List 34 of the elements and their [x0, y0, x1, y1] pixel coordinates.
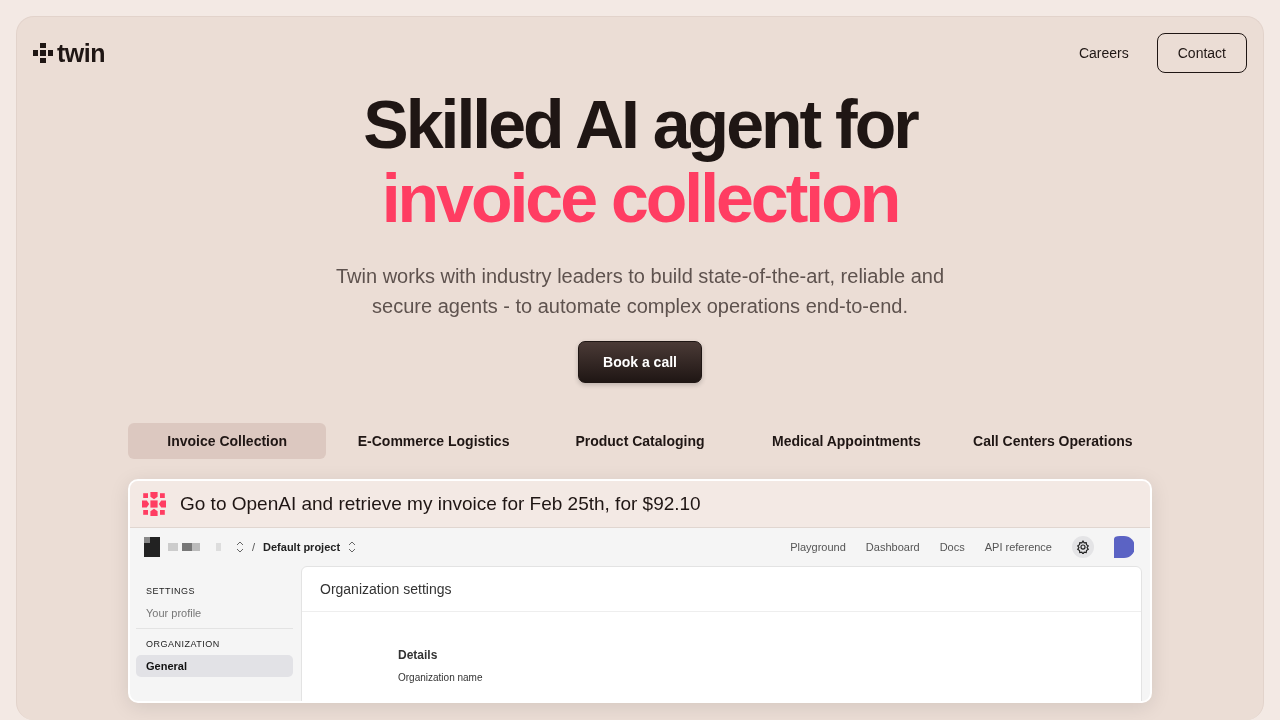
org-logo-icon	[144, 537, 160, 557]
nav-link[interactable]: Playground	[790, 541, 846, 553]
use-case-tab[interactable]: Product Cataloging	[540, 423, 740, 459]
use-case-tab[interactable]: E-Commerce Logistics	[334, 423, 533, 459]
project-selector[interactable]: Default project	[263, 541, 341, 553]
book-call-button[interactable]: Book a call	[578, 341, 702, 383]
panel-title: Organization settings	[302, 567, 1141, 612]
use-case-tab[interactable]: Medical Appointments	[747, 423, 946, 459]
logo-icon	[33, 43, 53, 63]
logo-icon	[142, 492, 166, 516]
use-case-tab[interactable]: Call Centers Operations	[953, 423, 1152, 459]
brand-name: twin	[57, 38, 105, 68]
settings-button[interactable]	[1072, 536, 1094, 558]
nav-link[interactable]: Dashboard	[865, 541, 920, 553]
hero-title-highlight: invoice collection	[380, 161, 900, 235]
nav-link[interactable]: API reference	[984, 541, 1052, 553]
breadcrumb-separator: /	[252, 541, 256, 553]
sidebar-item[interactable]: General	[136, 655, 293, 677]
nav-link[interactable]: Docs	[939, 541, 965, 553]
sidebar-item[interactable]: Your profile	[136, 602, 293, 624]
sidebar-heading: SETTINGS	[145, 585, 196, 598]
sidebar-heading: ORGANIZATION	[145, 638, 221, 651]
hero-title: Skilled AI agent for	[363, 87, 917, 161]
chevron-updown-icon[interactable]	[236, 541, 244, 553]
nav-link[interactable]: Careers	[1066, 35, 1141, 71]
section-title: Details	[398, 648, 439, 662]
chevron-updown-icon[interactable]	[348, 541, 357, 553]
use-case-tab[interactable]: Invoice Collection	[128, 423, 327, 459]
field-label: Organization name	[398, 672, 484, 683]
task-prompt: Go to OpenAI and retrieve my invoice for Feb 25th, for $92.10	[180, 493, 701, 515]
settings-icon	[1076, 540, 1090, 554]
hero-subtitle: Twin works with industry leaders to build state-of-the-art, reliable and secure agents - to automate complex operations end-to-end.	[334, 264, 946, 319]
contact-button[interactable]: Contact	[1156, 33, 1247, 73]
avatar-icon[interactable]	[1114, 536, 1134, 558]
